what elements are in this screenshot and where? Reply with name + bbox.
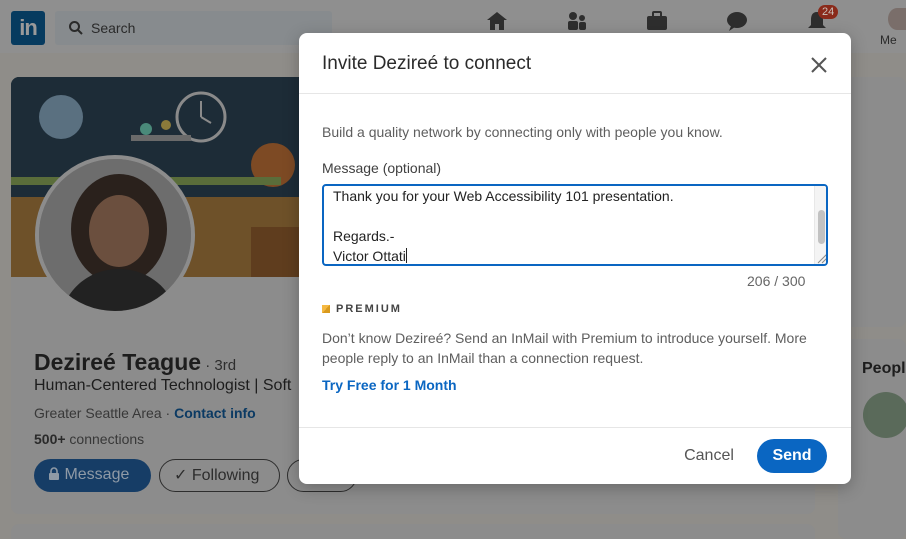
cancel-button[interactable]: Cancel — [671, 439, 747, 473]
premium-icon — [322, 305, 330, 313]
profile-name-text: Dezireé Teague — [34, 349, 202, 375]
messaging-icon[interactable] — [725, 10, 749, 32]
contact-info-link[interactable]: Contact info — [174, 405, 256, 421]
search-input[interactable]: Search — [55, 11, 332, 45]
modal-footer-divider — [299, 427, 851, 428]
profile-name: Dezireé Teague · 3rd — [34, 349, 236, 376]
notification-badge: 24 — [818, 5, 839, 19]
message-line-4: Victor Ottati — [333, 248, 406, 264]
character-counter: 206 / 300 — [747, 273, 806, 289]
try-free-link[interactable]: Try Free for 1 Month — [322, 377, 457, 393]
lock-icon — [49, 467, 59, 480]
profile-location: Greater Seattle Area · — [34, 405, 175, 421]
linkedin-logo[interactable]: in — [11, 11, 45, 45]
profile-location-row: Greater Seattle Area · Contact info — [34, 405, 256, 421]
close-icon — [811, 57, 827, 73]
scrollbar-thumb[interactable] — [818, 210, 825, 244]
message-line-3: Regards.- — [333, 228, 395, 244]
message-button-label: Message — [64, 466, 130, 483]
people-avatar[interactable] — [863, 392, 906, 438]
message-line-4-row: Victor Ottati — [333, 248, 407, 264]
message-textarea[interactable]: Thank you for your Web Accessibility 101… — [322, 184, 828, 266]
jobs-icon[interactable] — [645, 10, 669, 32]
premium-label: PREMIUM — [336, 303, 402, 315]
send-button[interactable]: Send — [757, 439, 827, 473]
search-icon — [69, 21, 83, 35]
profile-photo[interactable] — [35, 155, 195, 315]
modal-intro-text: Build a quality network by connecting on… — [322, 124, 723, 140]
connections-count[interactable]: 500+ connections — [34, 431, 144, 447]
network-icon[interactable] — [565, 10, 589, 32]
people-also-viewed-heading: People — [862, 360, 906, 377]
activity-card — [11, 524, 815, 539]
resize-handle-icon[interactable] — [816, 252, 828, 264]
connection-degree: · 3rd — [201, 357, 237, 374]
message-line-1: Thank you for your Web Accessibility 101… — [333, 188, 674, 204]
modal-header: Invite Dezireé to connect — [299, 33, 851, 94]
premium-upsell-text: Don’t know Dezireé? Send an InMail with … — [322, 330, 807, 366]
search-placeholder: Search — [91, 20, 136, 36]
close-button[interactable] — [804, 50, 834, 80]
me-menu-label[interactable]: Me — [880, 33, 897, 47]
me-avatar[interactable] — [888, 8, 906, 30]
message-field-label: Message (optional) — [322, 160, 442, 176]
connections-label: connections — [65, 431, 145, 447]
following-button[interactable]: ✓ Following — [159, 459, 280, 492]
home-icon[interactable] — [485, 10, 509, 32]
modal-title: Invite Dezireé to connect — [322, 53, 532, 74]
profile-headline: Human-Centered Technologist | Soft — [34, 377, 292, 394]
message-button[interactable]: Message — [34, 459, 151, 492]
text-caret — [405, 248, 407, 263]
connections-number: 500+ — [34, 431, 66, 447]
invite-modal: Invite Dezireé to connect Build a qualit… — [299, 33, 851, 484]
